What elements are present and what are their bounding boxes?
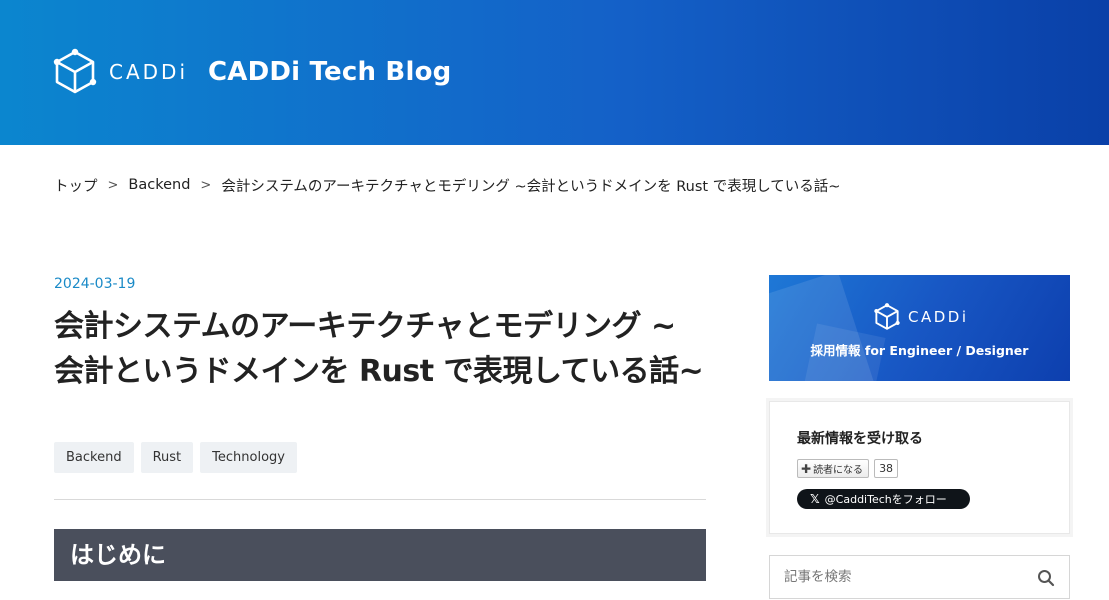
tag-technology[interactable]: Technology	[200, 442, 297, 473]
reader-count: 38	[874, 459, 899, 478]
x-logo-icon: 𝕏	[810, 492, 820, 506]
breadcrumb-separator: >	[200, 177, 212, 193]
breadcrumb-separator: >	[107, 177, 119, 193]
breadcrumb-category-link[interactable]: Backend	[128, 177, 190, 193]
x-follow-button[interactable]: 𝕏 @CaddiTechをフォロー	[797, 489, 970, 509]
caddi-wordmark: CADDi	[109, 60, 189, 84]
subscribe-card: 最新情報を受け取る ✚ 読者になる 38 𝕏 @CaddiTechをフォロー	[769, 401, 1070, 534]
subscribe-title: 最新情報を受け取る	[797, 431, 923, 447]
search-icon[interactable]	[1037, 569, 1055, 587]
x-follow-label: @CaddiTechをフォロー	[824, 493, 947, 506]
blog-title: CADDi Tech Blog	[208, 57, 452, 87]
breadcrumb-current-page: 会計システムのアーキテクチャとモデリング ~会計というドメインを Rust で表…	[221, 178, 841, 195]
recruit-logo: CADDi	[874, 302, 969, 332]
article-divider	[54, 499, 706, 500]
tag-rust[interactable]: Rust	[140, 442, 194, 473]
caddi-cube-logo-icon	[874, 303, 900, 330]
blog-home-link[interactable]: CADDi CADDi Tech Blog	[53, 47, 451, 97]
site-header: CADDi CADDi Tech Blog	[0, 0, 1109, 145]
breadcrumb: トップ > Backend > 会計システムのアーキテクチャとモデリング ~会計…	[54, 175, 840, 195]
hatena-reader-row: ✚ 読者になる 38	[797, 459, 899, 478]
become-reader-button[interactable]: ✚ 読者になる	[797, 459, 870, 478]
caddi-cube-logo-icon	[53, 48, 97, 94]
search-input[interactable]	[770, 556, 1020, 598]
recruit-banner[interactable]: CADDi 採用情報 for Engineer / Designer	[769, 275, 1070, 381]
article-title: 会計システムのアーキテクチャとモデリング ~会計というドメインを Rust で表…	[54, 309, 704, 389]
tag-backend[interactable]: Backend	[54, 442, 134, 473]
breadcrumb-top-link[interactable]: トップ	[54, 175, 98, 196]
become-reader-label: 読者になる	[813, 465, 864, 476]
section-heading: はじめに	[54, 529, 706, 581]
recruit-wordmark: CADDi	[908, 308, 969, 326]
article-date: 2024-03-19	[54, 276, 136, 292]
search-box	[769, 555, 1070, 599]
recruit-banner-text: 採用情報 for Engineer / Designer	[810, 343, 1029, 358]
plus-icon: ✚	[801, 461, 812, 476]
article-tags: Backend Rust Technology	[54, 442, 297, 473]
